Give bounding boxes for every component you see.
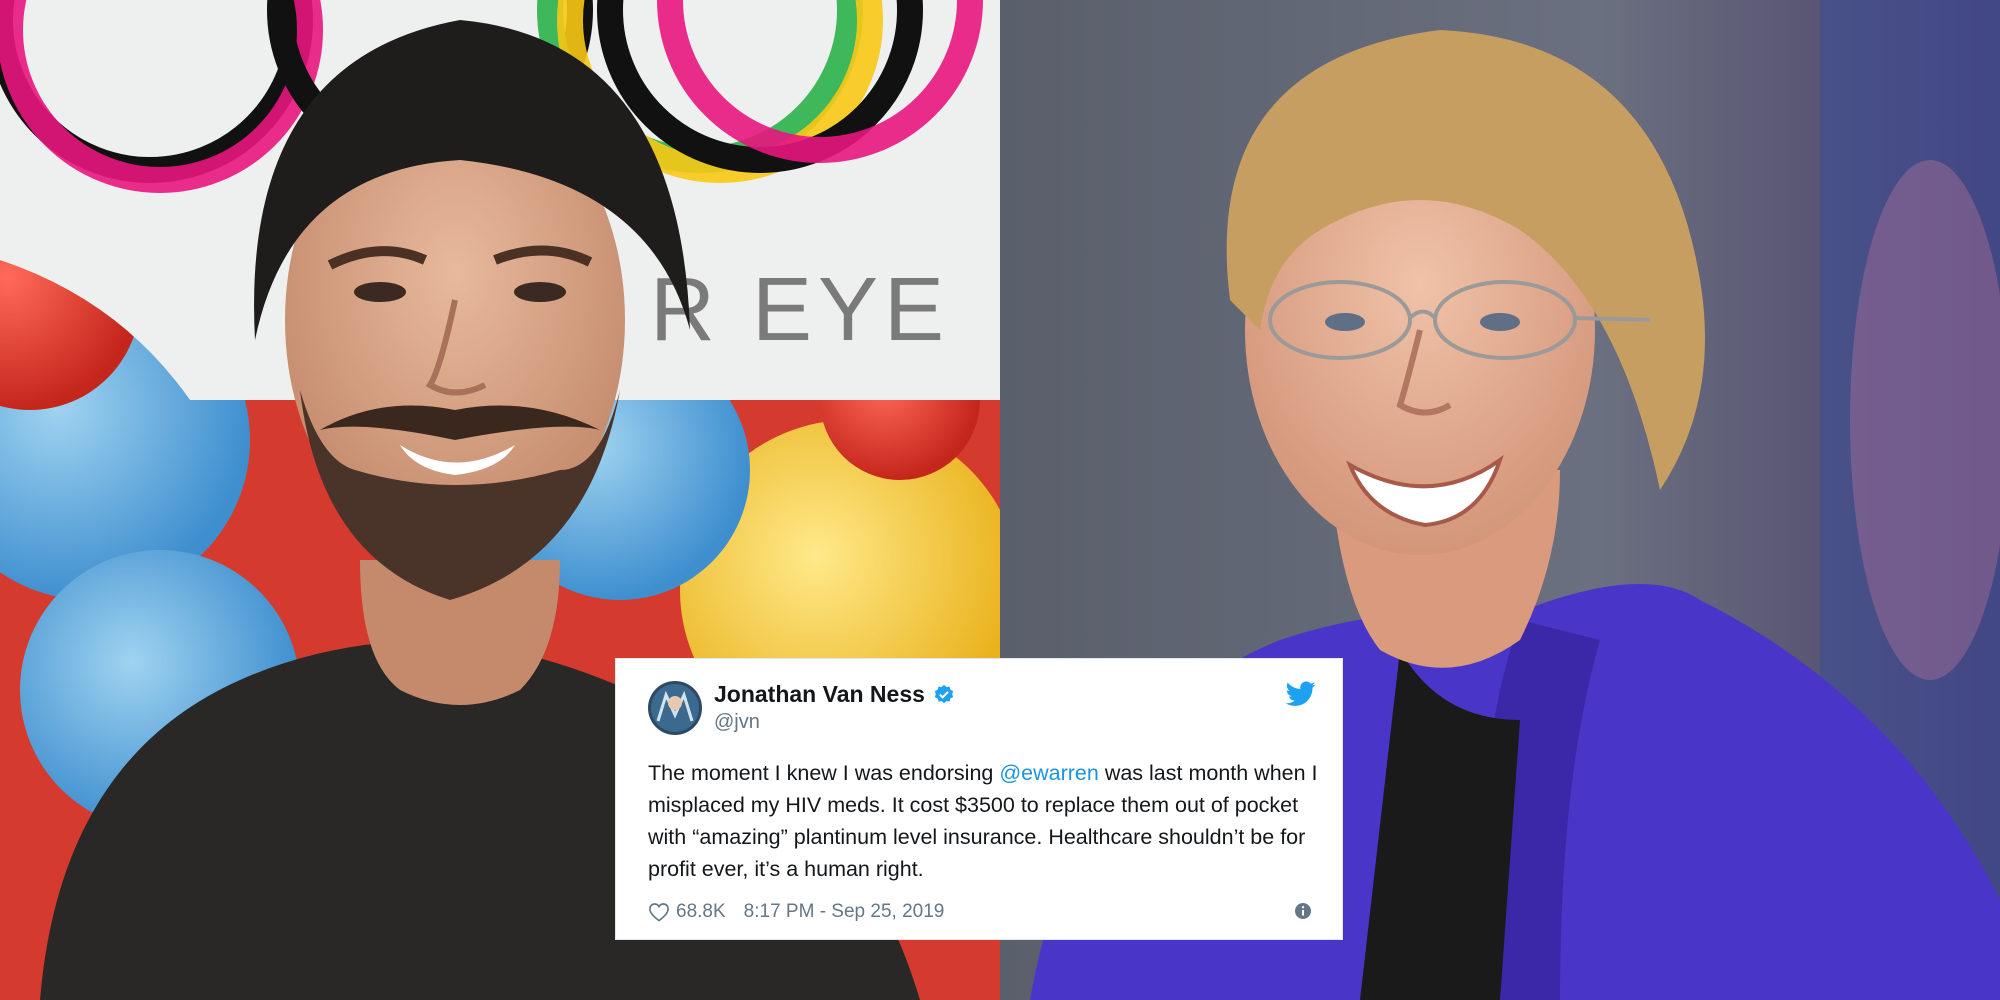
info-icon[interactable] (1294, 902, 1312, 920)
heart-icon[interactable] (648, 902, 670, 922)
display-name[interactable]: Jonathan Van Ness (714, 681, 925, 708)
verified-badge-icon (934, 684, 954, 703)
timestamp[interactable]: 8:17 PM - Sep 25, 2019 (744, 901, 945, 923)
avatar[interactable] (648, 681, 702, 735)
mention-link[interactable]: @ewarren (999, 761, 1099, 785)
like-count[interactable]: 68.8K (676, 901, 726, 923)
tweet-footer: 68.8K 8:17 PM - Sep 25, 2019 (648, 899, 1312, 925)
tweet-text-start: The moment I knew I was endorsing (648, 761, 1000, 785)
tweet-card[interactable]: Jonathan Van Ness @jvn The moment I knew… (615, 658, 1343, 940)
tweet-text: The moment I knew I was endorsing @ewarr… (648, 757, 1328, 885)
display-name-row[interactable]: Jonathan Van Ness (714, 681, 955, 708)
avatar-image (648, 681, 702, 735)
sign-text: R EYE (650, 260, 950, 360)
handle[interactable]: @jvn (714, 711, 760, 734)
twitter-bird-icon[interactable] (1286, 681, 1316, 707)
